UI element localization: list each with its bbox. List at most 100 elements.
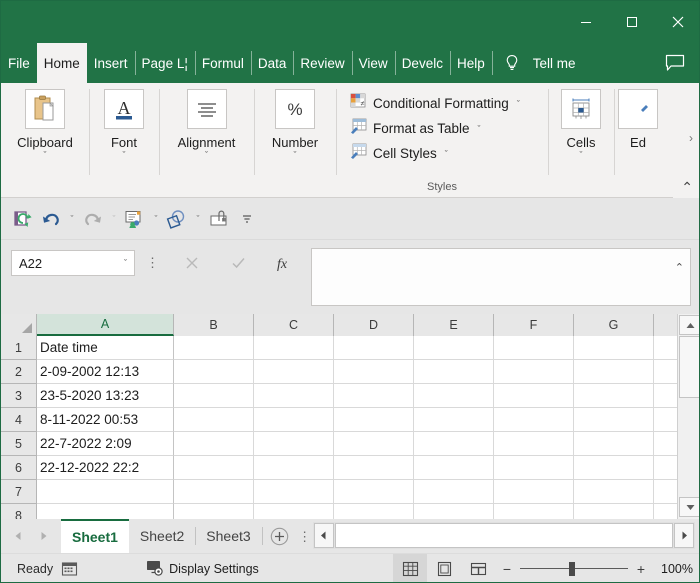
cell-h6[interactable] xyxy=(654,456,677,480)
email-dropdown-caret[interactable]: ˇ xyxy=(149,214,163,224)
cell-e8[interactable] xyxy=(414,504,494,519)
cell-g3[interactable] xyxy=(574,384,654,408)
cell-b5[interactable] xyxy=(174,432,254,456)
cell-c4[interactable] xyxy=(254,408,334,432)
cell-a8[interactable] xyxy=(37,504,174,519)
column-header-d[interactable]: D xyxy=(334,314,414,336)
undo-button[interactable] xyxy=(37,205,65,233)
editing-button[interactable]: Ed xyxy=(614,89,662,150)
cell-h3[interactable] xyxy=(654,384,677,408)
cell-a6[interactable]: 22-12-2022 22:2 xyxy=(37,456,174,480)
column-header-a[interactable]: A xyxy=(37,314,174,336)
tell-me-button[interactable]: Tell me xyxy=(526,43,583,83)
column-header-e[interactable]: E xyxy=(414,314,494,336)
column-header-g[interactable]: G xyxy=(574,314,654,336)
cell-d7[interactable] xyxy=(334,480,414,504)
row-header-7[interactable]: 7 xyxy=(1,480,36,504)
row-header-5[interactable]: 5 xyxy=(1,432,36,456)
cell-d2[interactable] xyxy=(334,360,414,384)
row-header-1[interactable]: 1 xyxy=(1,336,36,360)
shapes-icon[interactable] xyxy=(163,205,191,233)
cell-e3[interactable] xyxy=(414,384,494,408)
cell-d4[interactable] xyxy=(334,408,414,432)
cell-b2[interactable] xyxy=(174,360,254,384)
cell-a2[interactable]: 2-09-2002 12:13 xyxy=(37,360,174,384)
cell-e7[interactable] xyxy=(414,480,494,504)
ribbon-tab-view[interactable]: View xyxy=(352,43,395,83)
chevron-down-icon[interactable]: ˇ xyxy=(123,151,126,160)
cell-f5[interactable] xyxy=(494,432,574,456)
attach-icon[interactable] xyxy=(205,205,233,233)
ribbon-tab-home[interactable]: Home xyxy=(37,43,87,83)
confirm-check-icon[interactable] xyxy=(215,250,261,276)
column-header-c[interactable]: C xyxy=(254,314,334,336)
horizontal-scrollbar-track[interactable] xyxy=(335,522,673,549)
ribbon-tab-formulas[interactable]: Formul xyxy=(195,43,251,83)
minimize-button[interactable] xyxy=(563,1,609,43)
zoom-level-label[interactable]: 100% xyxy=(657,562,700,576)
page-break-icon[interactable] xyxy=(461,554,495,583)
maximize-button[interactable] xyxy=(609,1,655,43)
alignment-button[interactable]: Alignment ˇ xyxy=(168,89,246,160)
clipboard-button[interactable]: Clipboard ˇ xyxy=(7,89,83,160)
font-button[interactable]: A Font ˇ xyxy=(94,89,154,160)
vertical-scrollbar[interactable] xyxy=(677,314,700,519)
sheet-tab-sheet1[interactable]: Sheet1 xyxy=(61,519,129,553)
cell-e5[interactable] xyxy=(414,432,494,456)
cell-g5[interactable] xyxy=(574,432,654,456)
formula-bar-drag-handle[interactable]: ⋮ xyxy=(146,256,159,269)
refresh-all-icon[interactable] xyxy=(9,205,37,233)
number-button[interactable]: % Number ˇ xyxy=(262,89,328,160)
select-all-corner[interactable] xyxy=(1,314,37,336)
cell-d5[interactable] xyxy=(334,432,414,456)
add-sheet-icon[interactable] xyxy=(263,519,297,553)
page-layout-icon[interactable] xyxy=(427,554,461,583)
chevron-down-icon[interactable]: ˇ xyxy=(205,151,208,160)
cell-c6[interactable] xyxy=(254,456,334,480)
cell-f7[interactable] xyxy=(494,480,574,504)
cell-c8[interactable] xyxy=(254,504,334,519)
chevron-down-icon[interactable]: ˇ xyxy=(294,151,297,160)
ribbon-tab-insert[interactable]: Insert xyxy=(87,43,135,83)
cell-e4[interactable] xyxy=(414,408,494,432)
cell-h2[interactable] xyxy=(654,360,677,384)
cell-e1[interactable] xyxy=(414,336,494,360)
close-button[interactable] xyxy=(655,1,700,43)
cell-d8[interactable] xyxy=(334,504,414,519)
cell-a3[interactable]: 23-5-2020 13:23 xyxy=(37,384,174,408)
cells-button[interactable]: Cells ˇ xyxy=(551,89,611,160)
cell-h1[interactable] xyxy=(654,336,677,360)
sheet-bar-drag-handle[interactable]: ⋮ xyxy=(297,519,313,553)
scroll-left-button[interactable] xyxy=(314,523,334,548)
shapes-dropdown-caret[interactable]: ˇ xyxy=(191,214,205,224)
conditional-formatting-button[interactable]: ≠ Conditional Formatting ˇ xyxy=(346,91,524,116)
cell-g4[interactable] xyxy=(574,408,654,432)
cell-f2[interactable] xyxy=(494,360,574,384)
scroll-down-button[interactable] xyxy=(679,497,700,517)
cell-b1[interactable] xyxy=(174,336,254,360)
cell-a5[interactable]: 22-7-2022 2:09 xyxy=(37,432,174,456)
cell-g7[interactable] xyxy=(574,480,654,504)
ribbon-tab-help[interactable]: Help xyxy=(450,43,492,83)
row-header-4[interactable]: 4 xyxy=(1,408,36,432)
cell-g1[interactable] xyxy=(574,336,654,360)
horizontal-scrollbar-thumb[interactable] xyxy=(335,523,673,548)
zoom-slider[interactable] xyxy=(520,562,628,576)
cell-h8[interactable] xyxy=(654,504,677,519)
cancel-x-icon[interactable] xyxy=(169,250,215,276)
cell-e6[interactable] xyxy=(414,456,494,480)
zoom-out-button[interactable]: − xyxy=(501,561,513,577)
sheet-nav-prev-button[interactable] xyxy=(5,521,31,551)
vertical-scrollbar-thumb[interactable] xyxy=(679,336,700,398)
sheet-tab-sheet3[interactable]: Sheet3 xyxy=(195,519,261,553)
normal-view-icon[interactable] xyxy=(393,554,427,583)
scroll-right-button[interactable] xyxy=(674,523,694,548)
cell-c1[interactable] xyxy=(254,336,334,360)
cell-c3[interactable] xyxy=(254,384,334,408)
chevron-down-icon[interactable]: ˇ xyxy=(478,124,481,134)
cell-f6[interactable] xyxy=(494,456,574,480)
cell-d3[interactable] xyxy=(334,384,414,408)
format-as-table-button[interactable]: Format as Table ˇ xyxy=(346,116,485,141)
cell-b7[interactable] xyxy=(174,480,254,504)
display-settings-button[interactable]: Display Settings xyxy=(145,559,259,579)
